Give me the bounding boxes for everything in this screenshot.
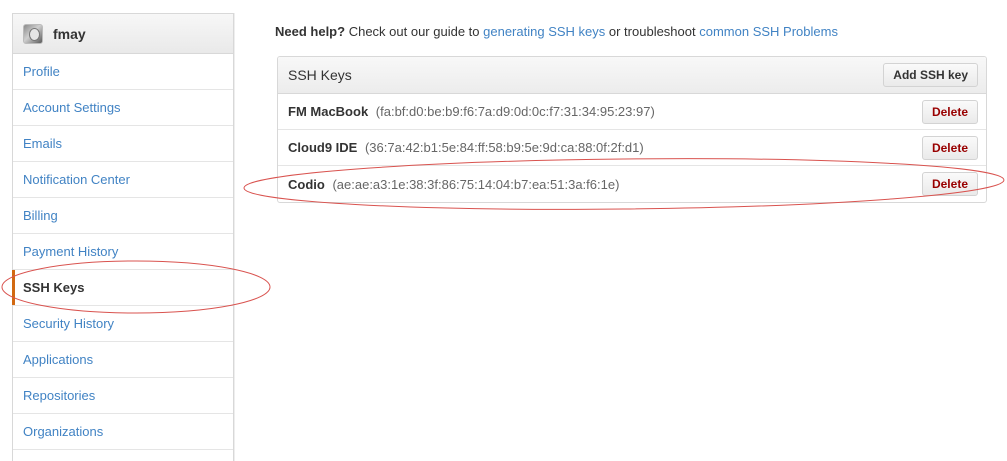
ssh-key-fingerprint: (fa:bf:d0:be:b9:f6:7a:d9:0d:0c:f7:31:34:…	[375, 104, 655, 119]
sidebar-item-applications[interactable]: Applications	[13, 342, 233, 378]
ssh-key-name: Codio	[288, 176, 325, 192]
delete-key-button[interactable]: Delete	[921, 172, 978, 196]
help-lead: Need help?	[275, 24, 346, 39]
ssh-key-row: Codio (ae:ae:a3:1e:38:3f:86:75:14:04:b7:…	[278, 166, 986, 202]
help-text-1: Check out our guide to	[348, 24, 480, 39]
settings-sidebar: fmay Profile Account Settings Emails Not…	[12, 13, 234, 461]
sidebar-item-ssh-keys[interactable]: SSH Keys	[12, 270, 233, 306]
ssh-key-name: FM MacBook	[288, 104, 369, 119]
sidebar-item-payment-history[interactable]: Payment History	[13, 234, 233, 270]
avatar	[23, 23, 43, 44]
sidebar-item-billing[interactable]: Billing	[13, 198, 233, 234]
ssh-key-fingerprint: (ae:ae:a3:1e:38:3f:86:75:14:04:b7:ea:51:…	[332, 176, 620, 192]
ssh-key-row: Cloud9 IDE (36:7a:42:b1:5e:84:ff:58:b9:5…	[278, 130, 986, 166]
common-ssh-problems-link[interactable]: common SSH Problems	[699, 24, 838, 39]
delete-key-button[interactable]: Delete	[921, 135, 978, 160]
ssh-key-name: Cloud9 IDE	[288, 140, 358, 155]
sidebar-item-account-settings[interactable]: Account Settings	[13, 90, 233, 126]
ssh-keys-panel: SSH Keys Add SSH key FM MacBook (fa:bf:d…	[277, 56, 987, 203]
ssh-keys-title: SSH Keys	[288, 67, 352, 83]
sidebar-item-security-history[interactable]: Security History	[13, 306, 233, 342]
generating-ssh-keys-link[interactable]: generating SSH keys	[483, 24, 605, 39]
sidebar-user-header[interactable]: fmay	[13, 14, 233, 54]
help-text-2: or troubleshoot	[608, 24, 696, 39]
sidebar-item-profile[interactable]: Profile	[13, 54, 233, 90]
ssh-key-row: FM MacBook (fa:bf:d0:be:b9:f6:7a:d9:0d:0…	[278, 94, 986, 130]
sidebar-item-notification-center[interactable]: Notification Center	[13, 162, 233, 198]
username: fmay	[53, 25, 86, 42]
sidebar-item-organizations[interactable]: Organizations	[13, 414, 233, 450]
sidebar-item-emails[interactable]: Emails	[13, 126, 233, 162]
add-ssh-key-button[interactable]: Add SSH key	[883, 63, 978, 87]
ssh-key-fingerprint: (36:7a:42:b1:5e:84:ff:58:b9:5e:9d:ca:88:…	[364, 140, 644, 155]
help-text: Need help? Check out our guide to genera…	[275, 24, 838, 39]
sidebar-item-repositories[interactable]: Repositories	[13, 378, 233, 414]
delete-key-button[interactable]: Delete	[921, 99, 978, 124]
ssh-keys-header: SSH Keys Add SSH key	[278, 57, 986, 94]
